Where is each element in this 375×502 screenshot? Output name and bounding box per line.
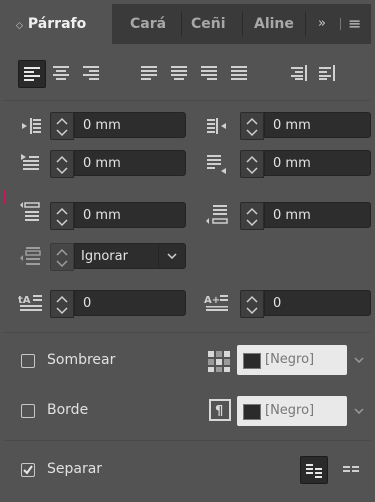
space-before-icon	[18, 200, 44, 226]
color-swatch	[243, 353, 261, 369]
tab-wrap[interactable]: Ceñi	[191, 4, 237, 44]
justify-center-icon	[171, 66, 187, 80]
tab-align[interactable]: Aline	[254, 4, 304, 44]
section-divider	[4, 100, 371, 101]
align-to-grid-dropdown[interactable]: Ignorar	[74, 243, 186, 269]
last-line-indent-stepper[interactable]	[240, 150, 264, 178]
justify-right-icon	[201, 66, 217, 80]
border-color-value: [Negro]	[265, 403, 315, 418]
drop-cap-chars-icon: A+	[204, 288, 230, 314]
align-right-icon	[83, 66, 99, 80]
tab-separator	[305, 12, 306, 36]
align-right-button[interactable]	[78, 60, 104, 86]
border-color-dropdown[interactable]: [Negro]	[237, 396, 347, 426]
tab-paragraph[interactable]: ◇ Párrafo	[4, 4, 112, 44]
justify-right-button[interactable]	[196, 60, 222, 86]
section-divider	[4, 332, 371, 333]
align-towards-spine-button[interactable]	[286, 60, 312, 86]
space-before-field[interactable]: 0 mm	[74, 202, 186, 228]
svg-text:tA: tA	[18, 295, 31, 306]
color-swatch	[243, 404, 261, 420]
justify-all-button[interactable]	[226, 60, 252, 86]
space-after-stepper[interactable]	[240, 202, 264, 230]
align-to-grid-icon	[18, 244, 44, 270]
last-line-indent-field[interactable]: 0 mm	[264, 150, 371, 176]
left-indent-icon	[18, 112, 44, 138]
drop-cap-lines-field[interactable]: 0	[74, 290, 186, 316]
justify-all-icon	[231, 66, 247, 80]
chevron-down-icon[interactable]	[158, 244, 185, 268]
chevron-down-icon[interactable]	[350, 345, 370, 375]
align-left-button[interactable]	[18, 60, 46, 88]
shading-color-value: [Negro]	[265, 352, 315, 367]
split-column-icon	[306, 464, 322, 478]
split-column-button[interactable]	[300, 456, 328, 484]
align-center-icon	[53, 66, 69, 80]
menu-separator	[340, 18, 341, 30]
chevron-down-icon[interactable]	[350, 396, 370, 426]
tab-separator	[242, 12, 243, 36]
right-indent-icon	[204, 112, 230, 138]
checkmark-icon	[23, 465, 33, 475]
right-indent-field[interactable]: 0 mm	[264, 112, 371, 138]
drop-cap-lines-icon: tA	[18, 288, 44, 314]
tab-bar: ◇ Párrafo Cará Ceñi Aline » ≡	[4, 4, 371, 44]
svg-text:¶: ¶	[215, 404, 223, 419]
shading-label: Sombrear	[47, 352, 116, 368]
drop-cap-chars-stepper[interactable]	[240, 290, 264, 318]
split-label: Separar	[47, 461, 103, 477]
align-center-button[interactable]	[48, 60, 74, 86]
first-line-indent-stepper[interactable]	[50, 150, 74, 178]
shading-settings-icon[interactable]	[206, 347, 232, 373]
align-to-grid-value: Ignorar	[81, 249, 128, 264]
space-before-stepper[interactable]	[50, 202, 74, 230]
tab-character[interactable]: Cará	[130, 4, 176, 44]
span-column-button[interactable]	[338, 456, 364, 482]
span-column-icon	[343, 466, 359, 472]
left-indent-stepper[interactable]	[50, 112, 74, 140]
border-label: Borde	[47, 402, 89, 418]
drop-cap-chars-field[interactable]: 0	[264, 290, 371, 316]
drop-cap-lines-stepper[interactable]	[50, 290, 74, 318]
align-to-grid-stepper[interactable]	[50, 243, 74, 271]
first-line-indent-icon	[18, 150, 44, 176]
section-divider	[4, 440, 371, 441]
align-towards-spine-icon	[291, 65, 307, 81]
svg-text:A+: A+	[204, 295, 220, 306]
right-indent-stepper[interactable]	[240, 112, 264, 140]
first-line-indent-field[interactable]: 0 mm	[74, 150, 186, 176]
split-checkbox[interactable]	[21, 463, 35, 477]
border-checkbox[interactable]	[21, 404, 35, 418]
last-line-indent-icon	[204, 150, 230, 176]
border-settings-icon[interactable]: ¶	[208, 397, 234, 423]
justify-left-button[interactable]	[136, 60, 162, 86]
space-after-field[interactable]: 0 mm	[264, 202, 371, 228]
space-after-icon	[204, 202, 230, 228]
align-away-from-spine-icon	[319, 65, 335, 81]
align-away-from-spine-button[interactable]	[314, 60, 338, 86]
shading-color-dropdown[interactable]: [Negro]	[237, 345, 347, 375]
justify-left-icon	[141, 66, 157, 80]
collapse-icon[interactable]: ◇	[16, 21, 23, 31]
paragraph-panel: ◇ Párrafo Cará Ceñi Aline » ≡ 0 mm 0 mm …	[4, 4, 371, 498]
left-indent-field[interactable]: 0 mm	[74, 112, 186, 138]
align-left-icon	[24, 67, 40, 81]
shading-checkbox[interactable]	[21, 354, 35, 368]
tab-overflow-icon[interactable]: »	[318, 4, 326, 44]
tab-separator	[181, 12, 182, 36]
margin-marker	[4, 190, 6, 204]
panel-menu-icon[interactable]: ≡	[348, 4, 361, 44]
justify-center-button[interactable]	[166, 60, 192, 86]
